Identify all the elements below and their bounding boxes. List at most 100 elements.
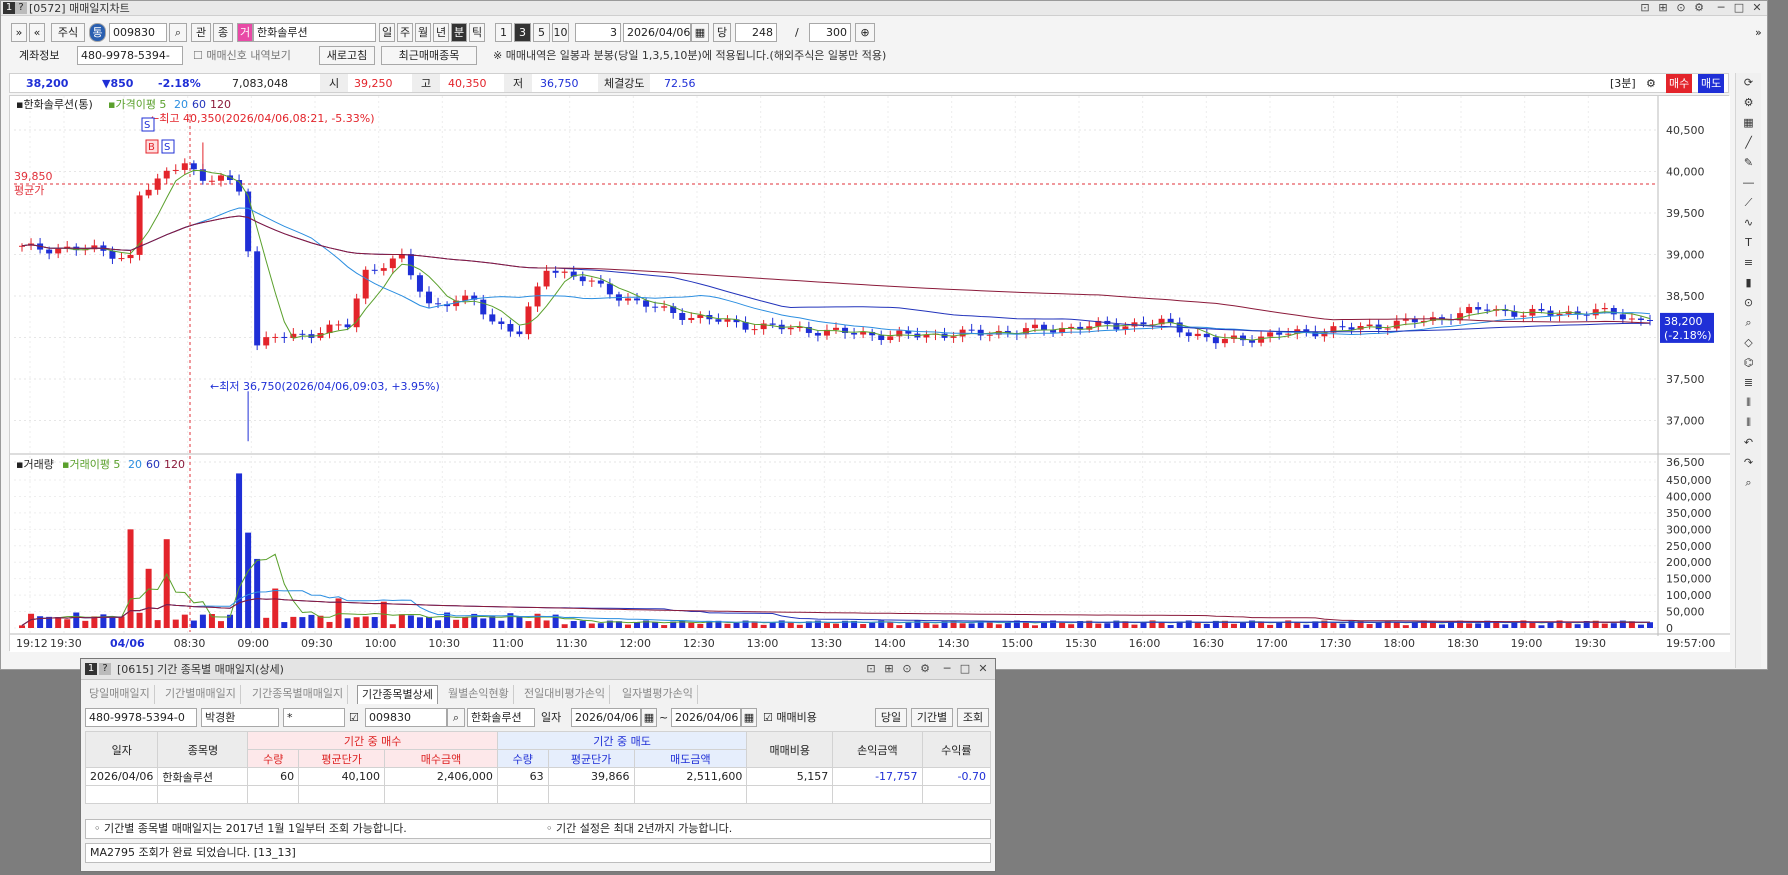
volume-bar xyxy=(760,624,767,628)
recent-items-button[interactable]: 최근매매종목 xyxy=(381,46,477,65)
max-count-input[interactable]: 300 xyxy=(809,23,851,42)
same-day-button[interactable]: 당 xyxy=(713,23,731,42)
sub-link-icon[interactable]: ⊡ xyxy=(863,662,879,676)
query-button[interactable]: 조회 xyxy=(957,708,989,727)
signal-checkbox[interactable]: ☐ 매매신호 내역보기 xyxy=(193,46,291,65)
interval-5[interactable]: 5 xyxy=(533,23,550,42)
close-button[interactable]: ✕ xyxy=(1749,1,1765,15)
help-icon[interactable]: ? xyxy=(15,2,27,14)
trend-tool-icon[interactable]: ⟋ xyxy=(1736,193,1761,213)
buy-button[interactable]: 매수 xyxy=(1666,74,1693,93)
zoom-tool-icon[interactable]: ⌕ xyxy=(1736,313,1761,333)
relation-button[interactable]: 관 xyxy=(191,23,211,42)
hline-tool-icon[interactable]: ― xyxy=(1736,173,1761,193)
today-button[interactable]: 당일 xyxy=(875,708,907,727)
calendar-icon[interactable]: ▦ xyxy=(691,23,709,42)
bar-chart-tool-icon[interactable]: ▦ xyxy=(1736,113,1761,133)
period-0[interactable]: 일 xyxy=(379,23,395,42)
to-calendar-icon[interactable]: ▦ xyxy=(741,708,757,727)
from-calendar-icon[interactable]: ▦ xyxy=(641,708,657,727)
journal-tab-3[interactable]: 기간종목별상세 xyxy=(357,685,438,704)
price-volume-chart[interactable]: 40,50040,00039,50039,00038,50038,00037,5… xyxy=(10,96,1730,652)
auto-tool-icon[interactable]: ∿ xyxy=(1736,213,1761,233)
count-input[interactable]: 248 xyxy=(735,23,777,42)
period-1[interactable]: 주 xyxy=(397,23,413,42)
market-button[interactable]: 주식 xyxy=(51,23,85,42)
maximize-button[interactable]: □ xyxy=(1731,1,1747,15)
sub-maximize-button[interactable]: □ xyxy=(957,662,973,676)
journal-tab-0[interactable]: 당일매매일지 xyxy=(85,685,155,704)
sub-camera-icon[interactable]: ⊙ xyxy=(899,662,915,676)
magnet-tool-icon[interactable]: ⊙ xyxy=(1736,293,1761,313)
interval-10[interactable]: 10 xyxy=(552,23,569,42)
type-tag[interactable]: 통 xyxy=(89,23,106,42)
sub-close-button[interactable]: ✕ xyxy=(975,662,991,676)
stock-name-field[interactable]: 한화솔루션 xyxy=(253,23,376,42)
date-input[interactable]: 2026/04/06 xyxy=(623,23,691,42)
candle xyxy=(190,163,197,170)
sub-search-icon[interactable]: ⌕ xyxy=(447,708,465,727)
journal-tab-4[interactable]: 월별손익현황 xyxy=(444,685,514,704)
from-date-input[interactable]: 2026/04/06 xyxy=(571,708,641,727)
journal-tab-1[interactable]: 기간별매매일지 xyxy=(161,685,241,704)
link-icon[interactable]: ⊡ xyxy=(1637,1,1653,15)
fib-tool-icon[interactable]: ≡ xyxy=(1736,253,1761,273)
search-icon[interactable]: ⌕ xyxy=(169,23,187,42)
refresh-button[interactable]: 새로고침 xyxy=(319,46,375,65)
sub-help-icon[interactable]: ? xyxy=(99,663,111,675)
volume-bar xyxy=(896,625,903,628)
journal-tab-6[interactable]: 일자별평가손익 xyxy=(618,685,698,704)
code-checkbox[interactable]: ☑ xyxy=(349,708,359,727)
chart-area[interactable]: 40,50040,00039,50039,00038,50038,00037,5… xyxy=(9,95,1730,652)
sub-copy-icon[interactable]: ⊞ xyxy=(881,662,897,676)
pattern-tool-icon[interactable]: ◇ xyxy=(1736,333,1761,353)
vline-tool-icon[interactable]: ⦀ xyxy=(1736,393,1761,413)
zoom-icon[interactable]: ⊕ xyxy=(855,23,875,42)
chart-settings-icon[interactable]: ⚙ xyxy=(1646,74,1656,93)
search-tool-icon[interactable]: ⌕ xyxy=(1736,473,1761,493)
period-4[interactable]: 분 xyxy=(451,23,467,42)
pen-tool-icon[interactable]: ✎ xyxy=(1736,153,1761,173)
minimize-button[interactable]: ─ xyxy=(1713,1,1729,15)
camera-icon[interactable]: ⊙ xyxy=(1673,1,1689,15)
item-button[interactable]: 종 xyxy=(213,23,233,42)
to-date-input[interactable]: 2026/04/06 xyxy=(671,708,741,727)
cycle-tool-icon[interactable]: ⌬ xyxy=(1736,353,1761,373)
settings-icon[interactable]: ⚙ xyxy=(1691,1,1707,15)
collapse-button[interactable]: « xyxy=(29,23,45,42)
interval-1[interactable]: 1 xyxy=(495,23,512,42)
period-3[interactable]: 년 xyxy=(433,23,449,42)
period-5[interactable]: 틱 xyxy=(469,23,485,42)
password-input[interactable]: * xyxy=(283,708,345,727)
gear-tool-icon[interactable]: ⚙ xyxy=(1736,93,1761,113)
candle xyxy=(1194,333,1201,337)
sub-settings-icon[interactable]: ⚙ xyxy=(917,662,933,676)
interval-3[interactable]: 3 xyxy=(514,23,531,42)
candle-tool-icon[interactable]: ▮ xyxy=(1736,273,1761,293)
journal-tab-5[interactable]: 전일대비평가손익 xyxy=(520,685,610,704)
sub-minimize-button[interactable]: ─ xyxy=(939,662,955,676)
code-input[interactable]: 009830 xyxy=(109,23,167,42)
line-tool-icon[interactable]: ╱ xyxy=(1736,133,1761,153)
sell-button[interactable]: 매도 xyxy=(1698,74,1725,93)
copy-icon[interactable]: ⊞ xyxy=(1655,1,1671,15)
period-button[interactable]: 기간별 xyxy=(911,708,953,727)
redo-tool-icon[interactable]: ↷ xyxy=(1736,453,1761,473)
sub-account-select[interactable]: 480-9978-5394-0 xyxy=(85,708,197,727)
text-tool-icon[interactable]: T xyxy=(1736,233,1761,253)
account-select[interactable]: 480-9978-5394- xyxy=(77,46,183,65)
period-2[interactable]: 월 xyxy=(415,23,431,42)
rotate-tool-icon[interactable]: ⟳ xyxy=(1736,73,1761,93)
grid-tool-icon[interactable]: ⫴ xyxy=(1736,413,1761,433)
custom-interval-select[interactable]: 3 xyxy=(575,23,621,42)
undo-tool-icon[interactable]: ↶ xyxy=(1736,433,1761,453)
expand-button[interactable]: » xyxy=(11,23,27,42)
volume-bar xyxy=(1366,624,1373,628)
sub-code-input[interactable]: 009830 xyxy=(365,708,447,727)
table-row[interactable]: 2026/04/06 한화솔루션 60 40,100 2,406,000 63 … xyxy=(84,767,992,786)
toolbar-more-icon[interactable]: » xyxy=(1755,23,1762,42)
parallel-tool-icon[interactable]: ≣ xyxy=(1736,373,1761,393)
volume-bar xyxy=(1240,622,1246,628)
fee-checkbox[interactable]: ☑ 매매비용 xyxy=(763,708,817,727)
journal-tab-2[interactable]: 기간종목별매매일지 xyxy=(248,685,349,704)
